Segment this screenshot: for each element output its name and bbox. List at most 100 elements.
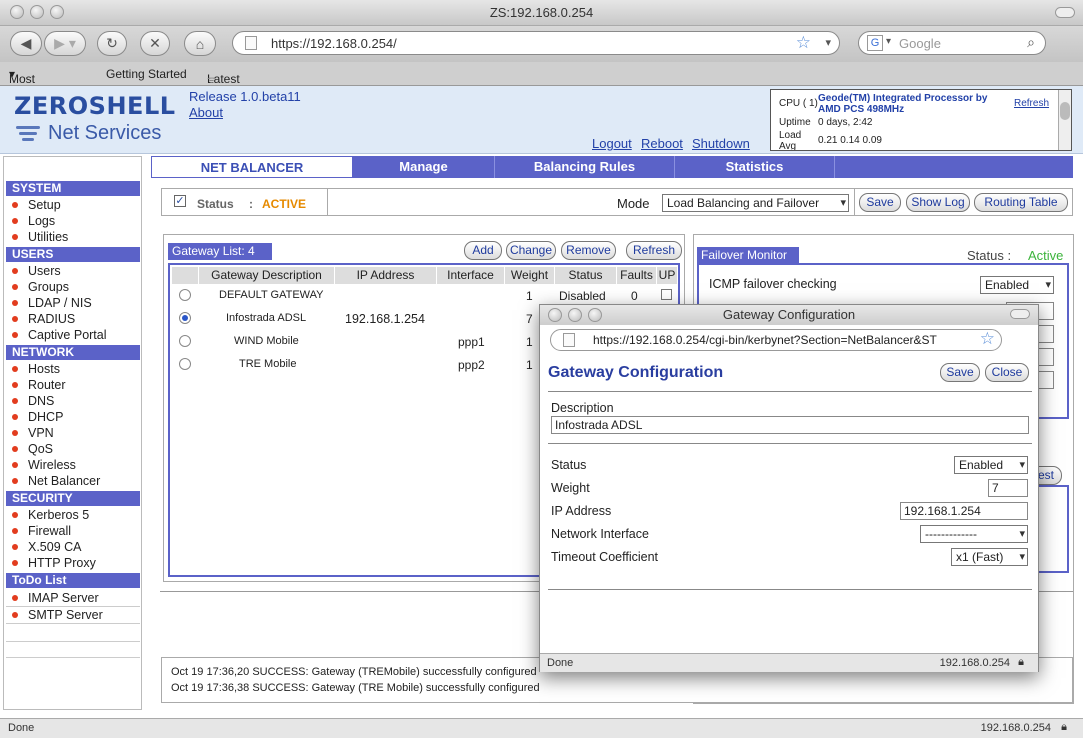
zoom-window-button[interactable]	[50, 5, 64, 19]
gateway-radio[interactable]	[179, 289, 191, 301]
status-checkbox[interactable]: ✓	[174, 195, 186, 207]
divider	[548, 443, 1032, 444]
divider	[6, 606, 140, 607]
home-button[interactable]: ⌂	[184, 31, 216, 56]
gateway-radio[interactable]	[179, 312, 191, 324]
uptime-value: 0 days, 2:42	[818, 117, 873, 128]
popup-minimize-button[interactable]	[568, 308, 582, 322]
google-icon[interactable]: G	[867, 35, 883, 51]
navigation-toolbar: ◀ ▶ ▾ ↻ ✕ ⌂ https://192.168.0.254/ ☆ ▾ G…	[0, 26, 1083, 62]
url-bar[interactable]: https://192.168.0.254/ ☆ ▾	[232, 31, 840, 55]
about-link[interactable]: About	[189, 105, 223, 120]
sidebar-item-imap-server[interactable]: IMAP Server	[12, 591, 99, 605]
sidebar-item-net-balancer[interactable]: Net Balancer	[11, 474, 100, 488]
sidebar-item-firewall[interactable]: Firewall	[11, 524, 71, 538]
search-engine-dropdown-icon[interactable]: ▾	[886, 36, 891, 47]
sidebar-item-dns[interactable]: DNS	[11, 394, 54, 408]
tab-net-balancer[interactable]: NET BALANCER	[151, 156, 353, 178]
bookmark-most-visited[interactable]: Most Visited ▾	[9, 67, 45, 100]
popup-save-button[interactable]: Save	[940, 363, 980, 382]
sidebar-item-qos[interactable]: QoS	[11, 442, 53, 456]
stop-button[interactable]: ✕	[140, 31, 170, 56]
close-window-button[interactable]	[10, 5, 24, 19]
failover-status-label: Status :	[967, 248, 1012, 263]
weight-label: Weight	[551, 481, 590, 495]
cpu-scrollbar[interactable]	[1058, 90, 1071, 150]
minimize-window-button[interactable]	[30, 5, 44, 19]
popup-url-bar[interactable]: https://192.168.0.254/cgi-bin/kerbynet?S…	[550, 329, 1002, 351]
bookmark-star-icon[interactable]: ☆	[796, 33, 811, 53]
bookmark-star-icon[interactable]: ☆	[979, 330, 995, 349]
gateway-ip: 192.168.1.254	[345, 312, 425, 326]
popup-toolbar-toggle[interactable]	[1010, 309, 1030, 319]
tab-balancing-rules[interactable]: Balancing Rules	[495, 156, 675, 178]
routing-table-button[interactable]: Routing Table	[974, 193, 1068, 212]
sidebar: SYSTEM Setup Logs Utilities USERS Users …	[3, 156, 142, 710]
gateway-radio[interactable]	[179, 335, 191, 347]
popup-close-button[interactable]	[548, 308, 562, 322]
back-button[interactable]: ◀	[10, 31, 42, 56]
gateway-radio[interactable]	[179, 358, 191, 370]
mode-select[interactable]: Load Balancing and Failover	[662, 194, 849, 212]
sidebar-item-http-proxy[interactable]: HTTP Proxy	[12, 556, 96, 570]
status-select[interactable]: Enabled	[954, 456, 1028, 474]
sidebar-item-wireless[interactable]: Wireless	[12, 458, 76, 472]
sidebar-item-router[interactable]: Router	[12, 378, 66, 392]
cpu-refresh-link[interactable]: Refresh	[1014, 98, 1049, 109]
tab-statistics[interactable]: Statistics	[675, 156, 835, 178]
logout-link[interactable]: Logout	[592, 136, 632, 151]
refresh-gateway-button[interactable]: Refresh	[626, 241, 682, 260]
uptime-label: Uptime	[779, 117, 811, 128]
reload-button[interactable]: ↻	[97, 31, 127, 56]
url-text: https://192.168.0.254/	[271, 36, 397, 51]
sidebar-item-vpn[interactable]: VPN	[12, 426, 54, 440]
gateway-up-checkbox[interactable]	[661, 289, 672, 300]
show-log-button[interactable]: Show Log	[906, 193, 970, 212]
shutdown-link[interactable]: Shutdown	[692, 136, 750, 151]
sidebar-item-groups[interactable]: Groups	[12, 280, 69, 294]
gateway-faults: 0	[631, 289, 638, 303]
search-icon[interactable]: ⌕	[1027, 34, 1035, 51]
sidebar-item-radius[interactable]: RADIUS	[11, 312, 75, 326]
popup-close-link-button[interactable]: Close	[985, 363, 1029, 382]
search-input[interactable]: G ▾ Google ⌕	[858, 31, 1046, 55]
ip-address-input[interactable]: 192.168.1.254	[900, 502, 1028, 520]
sidebar-item-setup[interactable]: Setup	[12, 198, 61, 212]
popup-window-title: Gateway Configuration	[722, 307, 856, 322]
popup-zoom-button[interactable]	[588, 308, 602, 322]
add-gateway-button[interactable]: Add	[464, 241, 502, 260]
column-header: Gateway Description	[199, 267, 335, 284]
network-interface-select[interactable]: -------------	[920, 525, 1028, 543]
weight-input[interactable]: 7	[988, 479, 1028, 497]
rss-icon: ᯤ	[207, 75, 217, 86]
status-label: Status	[551, 458, 587, 472]
description-input[interactable]: Infostrada ADSL	[551, 416, 1029, 434]
gateway-description: DEFAULT GATEWAY	[219, 289, 324, 301]
toolbar-toggle-button[interactable]	[1055, 7, 1075, 18]
sidebar-item-x509-ca[interactable]: X.509 CA	[12, 540, 82, 554]
icmp-select[interactable]: Enabled	[980, 276, 1054, 294]
sidebar-item-captive-portal[interactable]: Captive Portal	[12, 328, 107, 342]
remove-gateway-button[interactable]: Remove	[561, 241, 616, 260]
sidebar-item-users[interactable]: Users	[12, 264, 61, 278]
sidebar-item-logs[interactable]: Logs	[11, 214, 55, 228]
sidebar-item-dhcp[interactable]: DHCP	[11, 410, 63, 424]
sidebar-item-hosts[interactable]: Hosts	[12, 362, 60, 376]
bookmark-getting-started[interactable]: Getting Started	[106, 67, 187, 81]
sidebar-item-ldap[interactable]: LDAP / NIS	[12, 296, 92, 310]
cpu-info-panel: CPU ( 1) Geode(TM) Integrated Processor …	[770, 89, 1072, 151]
forward-button[interactable]: ▶ ▾	[44, 31, 86, 56]
sidebar-item-kerberos[interactable]: Kerberos 5	[11, 508, 89, 522]
failover-monitor-title: Failover Monitor	[697, 247, 799, 263]
sidebar-item-smtp-server[interactable]: SMTP Server	[12, 608, 103, 622]
reboot-link[interactable]: Reboot	[641, 136, 683, 151]
popup-status-bar: Done 192.168.0.254 🔒︎	[540, 653, 1038, 672]
tab-manage[interactable]: Manage	[353, 156, 495, 178]
change-gateway-button[interactable]: Change	[506, 241, 556, 260]
timeout-coefficient-select[interactable]: x1 (Fast)	[951, 548, 1028, 566]
sidebar-item-utilities[interactable]: Utilities	[11, 230, 68, 244]
save-button[interactable]: Save	[859, 193, 901, 212]
gateway-description: Infostrada ADSL	[226, 312, 307, 324]
divider	[548, 391, 1032, 392]
url-dropdown-icon[interactable]: ▾	[825, 36, 831, 49]
